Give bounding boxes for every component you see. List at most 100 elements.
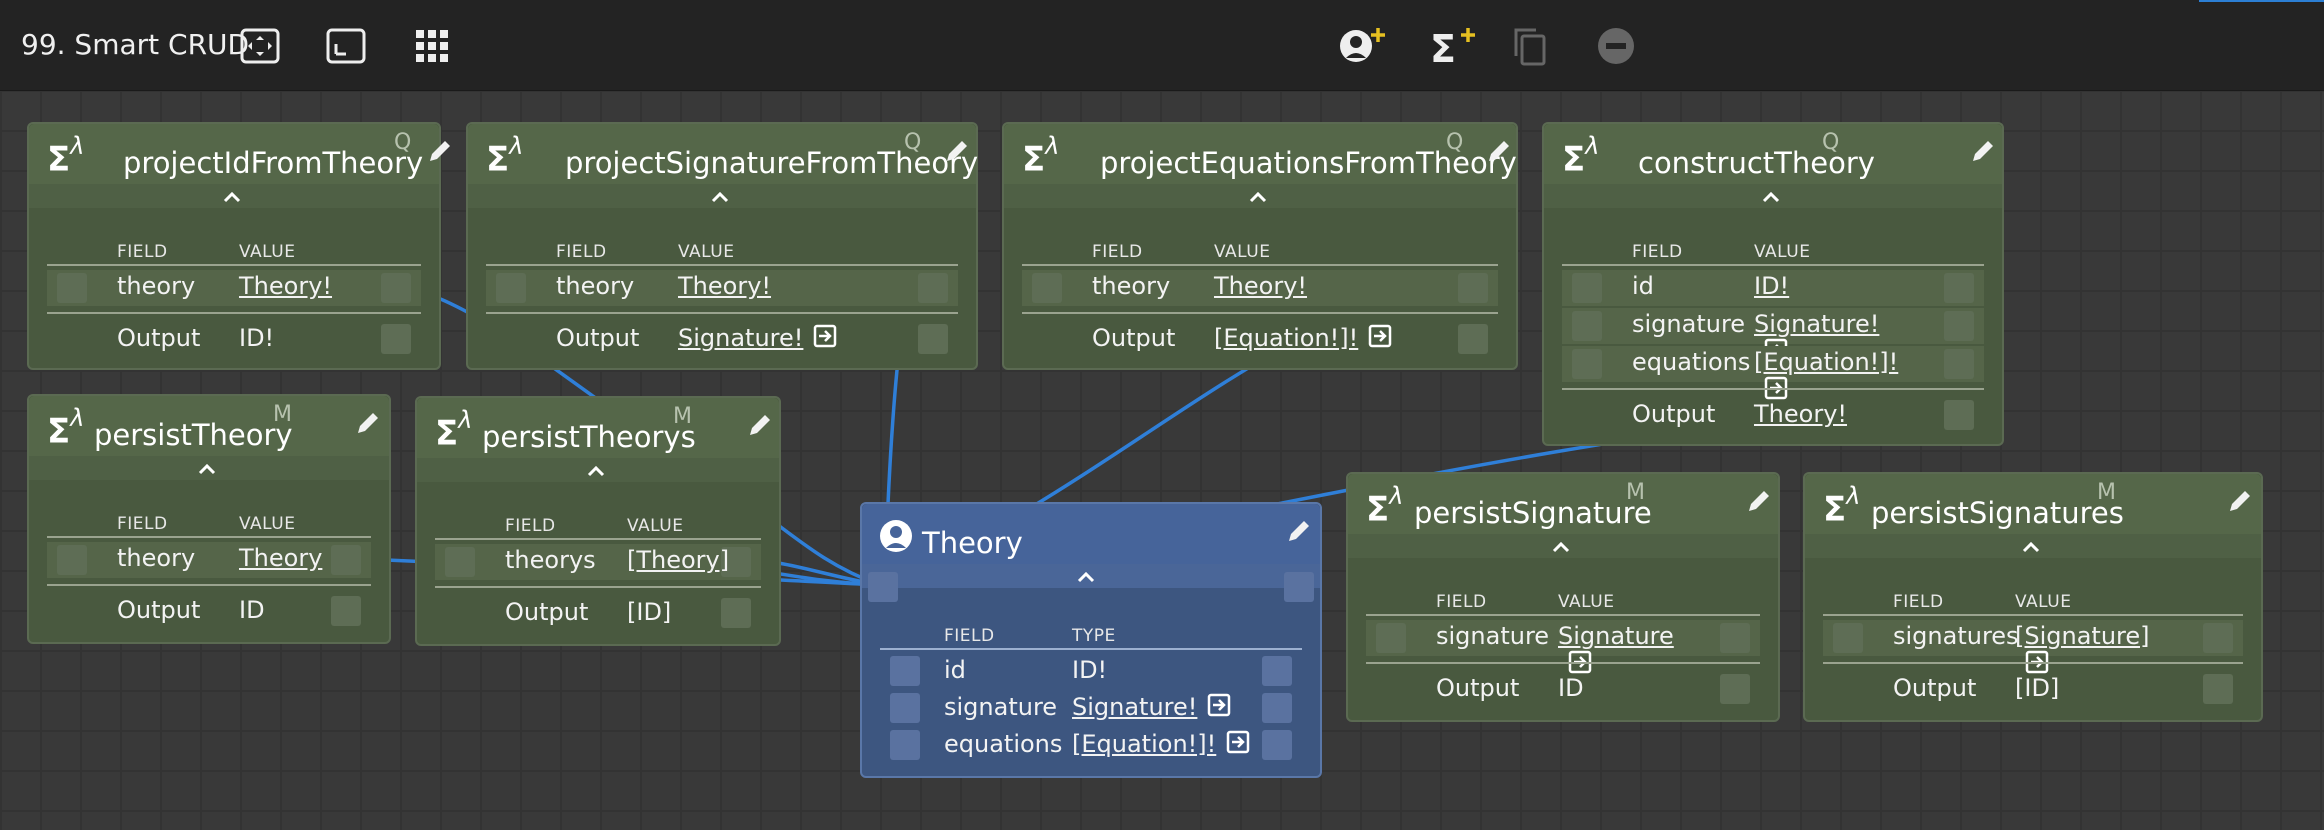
output-value[interactable]: ID	[239, 596, 265, 624]
output-port[interactable]	[2203, 623, 2233, 653]
open-type-icon[interactable]	[1226, 730, 1250, 760]
input-port[interactable]	[1833, 623, 1863, 653]
function-node-projectSignatureFromTheory[interactable]: Σλ projectSignatureFromTheory Q FIELD VALUE t…	[466, 122, 978, 370]
output-value[interactable]: [ID]	[627, 598, 671, 626]
output-port[interactable]	[721, 598, 751, 628]
output-port[interactable]	[1284, 572, 1314, 602]
output-port[interactable]	[1458, 324, 1488, 354]
output-port[interactable]	[1262, 656, 1292, 686]
open-type-icon[interactable]	[1368, 324, 1392, 354]
field-type[interactable]: [Equation!]!	[1072, 730, 1216, 758]
edit-pencil-icon[interactable]	[1486, 138, 1516, 168]
output-port[interactable]	[1944, 400, 1974, 430]
edit-pencil-icon[interactable]	[1746, 488, 1776, 518]
output-type[interactable]: ID!	[239, 324, 274, 352]
field-value-type[interactable]: ID!	[1754, 272, 1789, 300]
output-value[interactable]: [Equation!]!	[1214, 324, 1392, 354]
open-type-icon[interactable]	[813, 324, 837, 354]
collapse-caret-icon[interactable]	[197, 461, 217, 475]
field-value-type[interactable]: Signature	[1558, 622, 1674, 650]
edit-pencil-icon[interactable]	[427, 138, 457, 168]
grid-apps-icon[interactable]	[410, 24, 454, 68]
collapse-caret-icon[interactable]	[1248, 189, 1268, 203]
copy-icon[interactable]	[1508, 24, 1552, 68]
edit-pencil-icon[interactable]	[747, 412, 777, 442]
output-port[interactable]	[1720, 674, 1750, 704]
function-node-projectEquationsFromTheory[interactable]: Σλ projectEquationsFromTheory Q FIELD VALUE t…	[1002, 122, 1518, 370]
output-port[interactable]	[1944, 311, 1974, 341]
edit-pencil-icon[interactable]	[944, 138, 974, 168]
output-port[interactable]	[331, 545, 361, 575]
output-port[interactable]	[1262, 730, 1292, 760]
remove-icon[interactable]	[1594, 24, 1638, 68]
field-value-type[interactable]: Theory!	[1214, 272, 1307, 300]
output-value[interactable]: Signature!	[678, 324, 837, 354]
function-node-persistTheorys[interactable]: Σλ persistTheorys M FIELD VALUE theorys [Theor…	[415, 396, 781, 646]
output-type[interactable]: Theory!	[1754, 400, 1847, 428]
input-port[interactable]	[1572, 273, 1602, 303]
edit-pencil-icon[interactable]	[1286, 518, 1316, 548]
collapse-caret-icon[interactable]	[1761, 189, 1781, 203]
output-port[interactable]	[1720, 623, 1750, 653]
input-port[interactable]	[1572, 311, 1602, 341]
collapse-caret-icon[interactable]	[586, 463, 606, 477]
output-port[interactable]	[918, 273, 948, 303]
output-port[interactable]	[1944, 273, 1974, 303]
output-port[interactable]	[2203, 674, 2233, 704]
output-port[interactable]	[331, 596, 361, 626]
output-port[interactable]	[381, 324, 411, 354]
field-value-type[interactable]: Theory!	[239, 272, 332, 300]
collapse-caret-icon[interactable]	[1076, 569, 1096, 583]
output-port[interactable]	[1458, 273, 1488, 303]
function-node-persistTheory[interactable]: Σλ persistTheory M FIELD VALUE theory Theory Ou…	[27, 394, 391, 644]
output-type[interactable]: ID	[239, 596, 265, 624]
output-port[interactable]	[1944, 349, 1974, 379]
input-port[interactable]	[445, 547, 475, 577]
collapse-caret-icon[interactable]	[710, 189, 730, 203]
input-port[interactable]	[890, 693, 920, 723]
input-port[interactable]	[496, 273, 526, 303]
output-type[interactable]: [Equation!]!	[1214, 324, 1358, 352]
edit-pencil-icon[interactable]	[355, 410, 385, 440]
input-port[interactable]	[890, 656, 920, 686]
field-type[interactable]: Signature!	[1072, 693, 1197, 721]
output-value[interactable]: Theory!	[1754, 400, 1847, 428]
output-port[interactable]	[918, 324, 948, 354]
output-type[interactable]: [ID]	[627, 598, 671, 626]
output-type[interactable]: ID	[1558, 674, 1584, 702]
input-port[interactable]	[1572, 349, 1602, 379]
field-value-type[interactable]: [Equation!]!	[1754, 348, 1898, 376]
input-port[interactable]	[57, 545, 87, 575]
input-port[interactable]	[890, 730, 920, 760]
collapse-caret-icon[interactable]	[1551, 539, 1571, 553]
output-value[interactable]: [ID]	[2015, 674, 2059, 702]
output-port[interactable]	[1262, 693, 1292, 723]
add-function-icon[interactable]: Σ	[1426, 24, 1482, 68]
field-value-type[interactable]: Signature!	[1754, 310, 1879, 338]
collapse-caret-icon[interactable]	[2021, 539, 2041, 553]
edit-pencil-icon[interactable]	[1970, 138, 2000, 168]
output-port[interactable]	[381, 273, 411, 303]
function-node-projectIdFromTheory[interactable]: Σλ projectIdFromTheory Q FIELD VALUE theory Th…	[27, 122, 450, 370]
input-port[interactable]	[1032, 273, 1062, 303]
function-node-persistSignatures[interactable]: Σλ persistSignatures M FIELD VALUE signatures…	[1803, 472, 2263, 722]
expand-view-icon[interactable]	[324, 24, 368, 68]
edit-pencil-icon[interactable]	[2227, 488, 2257, 518]
field-value-type[interactable]: [Signature]	[2015, 622, 2150, 650]
fit-view-icon[interactable]	[238, 24, 282, 68]
add-entity-icon[interactable]	[1336, 24, 1392, 68]
entity-node-Theory[interactable]: Theory FIELD TYPE id ID! signature Signature! e…	[860, 502, 1322, 778]
function-node-persistSignature[interactable]: Σλ persistSignature M FIELD VALUE signature Si…	[1346, 472, 1780, 722]
output-value[interactable]: ID!	[239, 324, 274, 352]
input-port[interactable]	[868, 572, 898, 602]
collapse-caret-icon[interactable]	[222, 189, 242, 203]
output-value[interactable]: ID	[1558, 674, 1584, 702]
output-type[interactable]: Signature!	[678, 324, 803, 352]
field-value-type[interactable]: [Theory]	[627, 546, 729, 574]
output-type[interactable]: [ID]	[2015, 674, 2059, 702]
open-type-icon[interactable]	[1207, 693, 1231, 723]
field-value-type[interactable]: Theory	[239, 544, 322, 572]
function-node-constructTheory[interactable]: Σλ constructTheory Q FIELD VALUE id ID! signatu…	[1542, 122, 2004, 446]
input-port[interactable]	[1376, 623, 1406, 653]
field-value-type[interactable]: Theory!	[678, 272, 771, 300]
